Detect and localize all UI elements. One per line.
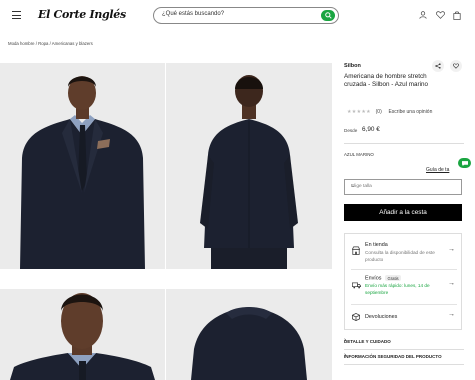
search-button[interactable]	[321, 10, 335, 21]
in-store-title: En tienda	[365, 242, 388, 248]
search-icon	[324, 12, 332, 19]
chat-icon	[461, 160, 468, 166]
in-store-subtitle: Consulta la disponibilidad de este produ…	[365, 250, 435, 262]
model-front-image	[20, 76, 145, 269]
returns-title: Devoluciones	[365, 314, 398, 320]
share-icon	[435, 63, 441, 69]
chevron-right-icon: ›	[344, 337, 347, 344]
arrow-right-icon: →	[448, 280, 455, 287]
product-photo-closeup[interactable]	[0, 289, 165, 380]
breadcrumb: Moda hombre / Ropa / Americanas y blazer…	[8, 41, 93, 46]
box-icon	[352, 313, 360, 321]
heart-icon	[453, 63, 459, 69]
delivery-options: En tienda Consulta la disponibilidad de …	[344, 233, 462, 330]
breadcrumb-item[interactable]: Moda hombre	[8, 41, 35, 46]
site-header: El Corte Inglés ¿Qué estás buscando?	[0, 0, 475, 32]
arrow-right-icon: →	[448, 311, 455, 318]
bag-icon[interactable]	[453, 11, 461, 20]
chat-button[interactable]	[458, 158, 471, 168]
divider	[344, 143, 464, 144]
divider	[351, 269, 457, 270]
product-photo-back[interactable]	[166, 63, 332, 269]
color-name: AZUL MARINO	[344, 152, 374, 157]
divider	[351, 304, 457, 305]
price-prefix: Desde	[344, 128, 358, 133]
product-brand[interactable]: Silbon	[344, 63, 361, 69]
details-accordion[interactable]: DETALLE Y CUIDADO ›	[344, 335, 464, 350]
write-review-link[interactable]: Escribe una opinión	[388, 109, 432, 115]
size-guide-link[interactable]: Guía de ta	[426, 167, 449, 173]
breadcrumb-item[interactable]: Americanas y blazers	[52, 41, 93, 46]
jacket-detail-image	[191, 307, 307, 380]
product-photo-front[interactable]	[0, 63, 165, 269]
free-badge: Gratis	[385, 275, 401, 281]
favorite-button[interactable]	[450, 60, 462, 72]
search-input[interactable]: ¿Qué estás buscando?	[162, 11, 224, 17]
rating-stars: ★★★★★	[347, 109, 371, 115]
safety-info-accordion[interactable]: INFORMACIÓN SEGURIDAD DEL PRODUCTO ›	[344, 350, 464, 365]
shipping-subtitle: Envío más rápido: lunes, 14 de septiembr…	[365, 283, 430, 295]
chevron-right-icon: ›	[344, 352, 347, 359]
breadcrumb-item[interactable]: Ropa	[38, 41, 48, 46]
product-photo-detail[interactable]	[166, 289, 332, 380]
shipping-title: Envíos Gratis	[365, 275, 401, 282]
chevron-down-icon: ⌄	[351, 183, 356, 189]
model-back-image	[200, 75, 298, 269]
size-select[interactable]: Elige talla ⌄	[344, 179, 462, 195]
share-button[interactable]	[432, 60, 444, 72]
user-icon[interactable]	[419, 11, 427, 19]
store-icon	[352, 246, 360, 255]
logo[interactable]: El Corte Inglés	[38, 8, 126, 21]
search-bar[interactable]: ¿Qué estás buscando?	[153, 7, 339, 24]
product-title: Americana de hombre stretch cruzada - Si…	[344, 73, 428, 88]
rating-count: (0)	[375, 109, 382, 115]
menu-icon[interactable]	[12, 11, 21, 19]
rating-row: ★★★★★ (0) Escribe una opinión	[347, 109, 432, 115]
model-closeup-image	[10, 293, 155, 380]
heart-icon[interactable]	[436, 11, 445, 19]
add-to-cart-button[interactable]: Añadir a la cesta	[344, 204, 462, 221]
product-price: 6,90 €	[362, 126, 380, 133]
arrow-right-icon: →	[448, 246, 455, 253]
shipping-title-text: Envíos	[365, 275, 382, 282]
truck-icon	[352, 282, 361, 289]
